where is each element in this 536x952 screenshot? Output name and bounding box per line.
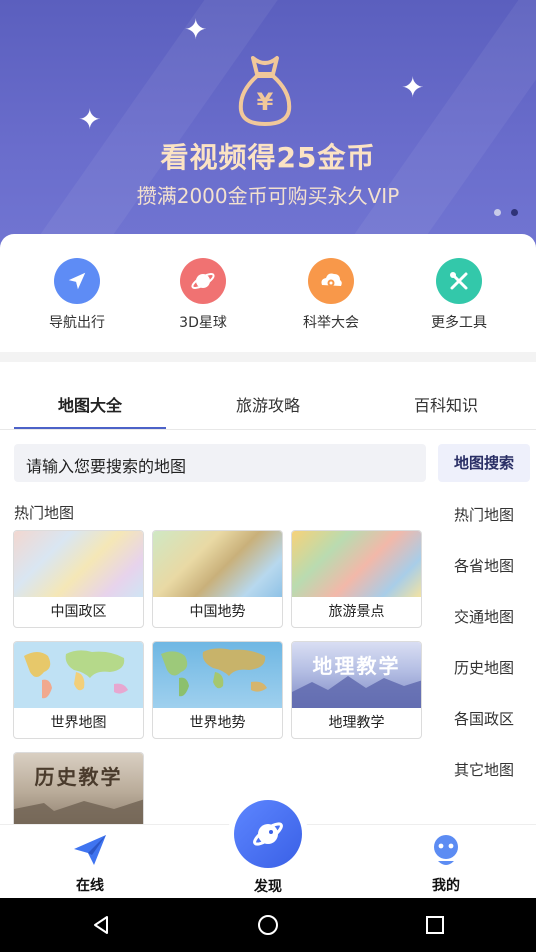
world-map-thumbnail (14, 642, 143, 708)
hot-maps-title: 热门地图 (14, 504, 75, 522)
money-bag-icon: ¥ (238, 56, 292, 126)
planet-icon (180, 258, 226, 304)
map-search-input[interactable]: 请输入您要搜索的地图 (14, 444, 426, 482)
quick-action-label: 导航出行 (49, 315, 105, 331)
map-card-tourist-attractions[interactable]: 旅游景点 (291, 530, 422, 628)
planet-icon (253, 822, 283, 846)
quick-action-navigation[interactable]: 导航出行 (22, 258, 132, 332)
nav-discover-button[interactable] (234, 800, 302, 868)
back-icon[interactable] (86, 910, 116, 940)
tab-map-collection[interactable]: 地图大全 (58, 392, 122, 416)
nav-profile[interactable]: 我的 (406, 831, 486, 895)
category-other-maps[interactable]: 其它地图 (446, 759, 522, 780)
profile-icon (434, 835, 458, 865)
map-card-china-terrain[interactable]: 中国地势 (152, 530, 283, 628)
tab-travel-guide[interactable]: 旅游攻略 (236, 392, 300, 416)
quick-action-3d-planet[interactable]: 3D星球 (148, 258, 258, 332)
quick-actions: 导航出行 3D星球 科举大会 更多工具 (0, 258, 536, 338)
nav-label: 我的 (432, 878, 460, 894)
map-card-history-teaching[interactable]: 历史教学 (13, 752, 144, 824)
currency-symbol: ¥ (257, 88, 274, 116)
geography-teaching-thumbnail: 地理教学 (292, 642, 421, 708)
category-province-maps[interactable]: 各省地图 (446, 555, 522, 576)
map-card-label: 中国政区 (50, 604, 107, 620)
category-transport-maps[interactable]: 交通地图 (446, 606, 522, 627)
map-card-label: 地理教学 (328, 715, 385, 731)
content-tabs: 地图大全 旅游攻略 百科知识 (0, 384, 536, 430)
exam-icon (308, 258, 354, 304)
quick-action-exam[interactable]: 科举大会 (276, 258, 386, 332)
navigation-icon (54, 258, 100, 304)
carousel-indicator (494, 209, 518, 216)
tools-icon (436, 258, 482, 304)
category-history-maps[interactable]: 历史地图 (446, 657, 522, 678)
china-political-map-thumbnail (14, 531, 143, 597)
history-teaching-thumbnail: 历史教学 (14, 753, 143, 824)
home-icon[interactable] (253, 910, 283, 940)
paper-plane-icon (74, 835, 106, 865)
map-card-label: 世界地势 (189, 715, 246, 731)
carousel-dot (494, 209, 501, 216)
carousel-dot-active (511, 209, 518, 216)
map-card-label: 旅游景点 (328, 604, 385, 620)
quick-action-label: 更多工具 (431, 315, 487, 331)
sparkle-icon: ✦ (78, 103, 102, 136)
active-tab-indicator (14, 427, 166, 429)
quick-action-label: 科举大会 (303, 315, 359, 331)
promo-banner[interactable]: ✦ ✦ ✦ ¥ 看视频得25金币 攒满2000金币可购买永久VIP (0, 0, 536, 250)
nav-online[interactable]: 在线 (50, 831, 130, 895)
banner-title: 看视频得25金币 (160, 141, 376, 174)
category-country-political[interactable]: 各国政区 (446, 708, 522, 729)
map-card-label: 世界地图 (50, 715, 107, 731)
nav-discover-label: 发现 (254, 879, 282, 895)
tab-encyclopedia[interactable]: 百科知识 (414, 392, 478, 416)
map-card-world-terrain[interactable]: 世界地势 (152, 641, 283, 739)
map-card-geography-teaching[interactable]: 地理教学 地理教学 (291, 641, 422, 739)
main-panel: 导航出行 3D星球 科举大会 更多工具 地图大全 旅游攻略 百科知识 请输入您要… (0, 234, 536, 834)
banner-subtitle: 攒满2000金币可购买永久VIP (136, 184, 400, 208)
nav-label: 在线 (76, 878, 104, 894)
recents-icon[interactable] (420, 910, 450, 940)
tourist-map-thumbnail (292, 531, 421, 597)
world-terrain-map-thumbnail (153, 642, 282, 708)
china-terrain-map-thumbnail (153, 531, 282, 597)
map-card-label: 中国地势 (189, 604, 246, 620)
quick-action-label: 3D星球 (179, 315, 227, 331)
map-card-china-political[interactable]: 中国政区 (13, 530, 144, 628)
sparkle-icon: ✦ (184, 13, 208, 46)
category-hot-maps[interactable]: 热门地图 (446, 504, 522, 525)
system-navigation-bar (0, 898, 536, 952)
quick-action-more-tools[interactable]: 更多工具 (404, 258, 514, 332)
sparkle-icon: ✦ (401, 71, 425, 104)
map-search-button[interactable]: 地图搜索 (438, 444, 530, 482)
section-divider (0, 352, 536, 362)
map-card-world[interactable]: 世界地图 (13, 641, 144, 739)
